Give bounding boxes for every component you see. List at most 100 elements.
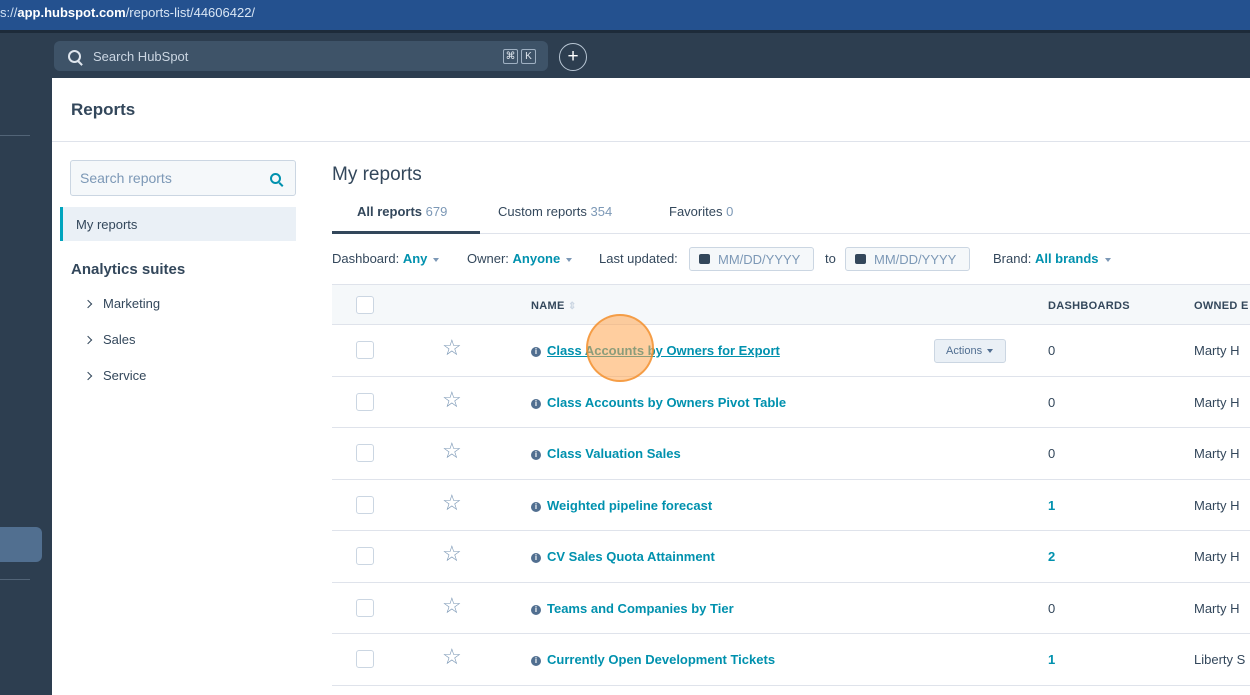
row-checkbox[interactable] bbox=[356, 547, 374, 565]
star-icon[interactable]: ☆ bbox=[442, 440, 462, 462]
dashboard-filter[interactable]: Dashboard: Any bbox=[332, 251, 440, 266]
command-key: ⌘ bbox=[503, 49, 518, 64]
chevron-right-icon bbox=[83, 335, 93, 345]
tab-count: 679 bbox=[425, 204, 448, 219]
star-icon[interactable]: ☆ bbox=[442, 594, 462, 617]
sidebar-item-label: Sales bbox=[103, 332, 136, 347]
page-title: Reports bbox=[71, 100, 136, 119]
info-icon: i bbox=[531, 501, 541, 512]
search-icon[interactable] bbox=[270, 173, 281, 184]
reports-table: NAME ⇕ DASHBOARDS OWNED E ☆ i Class Accou… bbox=[332, 284, 1250, 686]
to-label: to bbox=[825, 251, 836, 266]
row-checkbox[interactable] bbox=[356, 650, 374, 668]
report-name-link[interactable]: i Teams and Companies by Tier bbox=[531, 601, 734, 616]
tab-label: Custom reports bbox=[498, 204, 587, 219]
owner-name: Marty H bbox=[1194, 549, 1240, 564]
tab-favorites[interactable]: Favorites 0 bbox=[669, 204, 733, 219]
sidebar-item-label: Service bbox=[103, 368, 147, 383]
column-header-dashboards[interactable]: DASHBOARDS bbox=[1048, 300, 1130, 312]
search-reports-placeholder: Search reports bbox=[80, 170, 172, 186]
filter-label: Brand: bbox=[993, 251, 1032, 266]
report-name-link[interactable]: i Currently Open Development Tickets bbox=[531, 652, 775, 667]
owner-name: Marty H bbox=[1194, 446, 1240, 461]
report-name-link[interactable]: i Class Accounts by Owners for Export bbox=[531, 343, 780, 358]
column-header-owner[interactable]: OWNED E bbox=[1194, 300, 1249, 312]
dashboard-count-link[interactable]: 1 bbox=[1048, 652, 1055, 667]
info-icon: i bbox=[531, 398, 541, 409]
sort-icon[interactable]: ⇕ bbox=[568, 301, 577, 312]
star-icon[interactable]: ☆ bbox=[442, 491, 462, 514]
column-header-name[interactable]: NAME ⇕ bbox=[531, 300, 577, 312]
panel-header: Reports bbox=[52, 78, 1250, 142]
filter-value: All brands bbox=[1034, 251, 1099, 266]
row-checkbox[interactable] bbox=[356, 341, 374, 359]
search-shortcut: ⌘ K bbox=[503, 49, 536, 64]
sidebar-item-service[interactable]: Service bbox=[83, 368, 147, 383]
global-search-input[interactable]: Search HubSpot bbox=[54, 41, 548, 71]
nav-divider bbox=[0, 579, 30, 580]
global-search-placeholder: Search HubSpot bbox=[93, 48, 189, 64]
report-name: Class Accounts by Owners Pivot Table bbox=[547, 394, 787, 410]
tab-label: All reports bbox=[357, 204, 423, 219]
report-name-link[interactable]: i Class Valuation Sales bbox=[531, 446, 681, 461]
analytics-suites-heading: Analytics suites bbox=[71, 261, 186, 278]
tab-custom-reports[interactable]: Custom reports 354 bbox=[498, 204, 612, 219]
row-checkbox[interactable] bbox=[356, 444, 374, 462]
dashboard-count-link[interactable]: 2 bbox=[1048, 549, 1055, 564]
reports-panel: Reports Search reports My reports Analyt… bbox=[52, 78, 1250, 695]
table-row: ☆ i Class Valuation Sales 0 Marty H bbox=[332, 428, 1250, 480]
caret-down-icon bbox=[433, 257, 440, 262]
date-from-input[interactable]: MM/DD/YYYY bbox=[689, 247, 814, 271]
star-icon[interactable]: ☆ bbox=[442, 543, 462, 565]
info-icon: i bbox=[531, 553, 541, 563]
k-key: K bbox=[521, 49, 536, 64]
owner-filter[interactable]: Owner: Anyone bbox=[467, 251, 573, 266]
row-checkbox[interactable] bbox=[356, 392, 374, 411]
table-row: ☆ i Weighted pipeline forecast 1 Marty H bbox=[332, 480, 1250, 531]
click-indicator bbox=[586, 314, 654, 382]
tab-all-reports[interactable]: All reports 679 bbox=[357, 204, 447, 219]
star-icon[interactable]: ☆ bbox=[442, 388, 462, 411]
star-icon[interactable]: ☆ bbox=[442, 337, 462, 359]
tab-count: 0 bbox=[726, 204, 734, 219]
url-prefix: s:// bbox=[0, 5, 18, 20]
table-row: ☆ i CV Sales Quota Attainment 2 Marty H bbox=[332, 531, 1250, 583]
table-row: ☆ i Class Accounts by Owners Pivot Table … bbox=[332, 377, 1250, 428]
select-all-checkbox[interactable] bbox=[356, 296, 374, 314]
dashboard-count-link[interactable]: 1 bbox=[1048, 498, 1055, 513]
create-new-button[interactable]: + bbox=[559, 43, 587, 71]
sidebar-item-marketing[interactable]: Marketing bbox=[83, 296, 160, 311]
table-row: ☆ i Currently Open Development Tickets 1 … bbox=[332, 634, 1250, 686]
report-name-link[interactable]: i Weighted pipeline forecast bbox=[531, 498, 712, 513]
sidebar-item-my-reports[interactable]: My reports bbox=[60, 207, 296, 241]
chevron-right-icon bbox=[83, 299, 93, 309]
owner-name: Liberty S bbox=[1194, 652, 1246, 667]
table-row: ☆ i Teams and Companies by Tier 0 Marty H bbox=[332, 583, 1250, 634]
info-icon: i bbox=[531, 450, 541, 460]
owner-name: Marty H bbox=[1194, 394, 1240, 410]
search-icon bbox=[68, 49, 81, 63]
dashboard-count: 0 bbox=[1048, 343, 1056, 358]
caret-down-icon bbox=[987, 349, 994, 354]
report-name: Teams and Companies by Tier bbox=[547, 600, 734, 616]
star-icon[interactable]: ☆ bbox=[442, 646, 462, 668]
row-checkbox[interactable] bbox=[356, 598, 374, 617]
sidebar-item-sales[interactable]: Sales bbox=[83, 332, 136, 347]
actions-button[interactable]: Actions bbox=[934, 339, 1006, 363]
search-reports-input[interactable]: Search reports bbox=[70, 160, 296, 196]
date-to-input[interactable]: MM/DD/YYYY bbox=[845, 247, 970, 271]
owner-name: Marty H bbox=[1194, 497, 1240, 513]
main-title: My reports bbox=[332, 164, 422, 185]
browser-url-bar[interactable]: s://app.hubspot.com/reports-list/4460642… bbox=[0, 0, 1250, 30]
tab-count: 354 bbox=[590, 204, 613, 219]
plus-icon: + bbox=[567, 46, 579, 67]
actions-label: Actions bbox=[946, 345, 983, 357]
calendar-icon bbox=[855, 254, 866, 264]
report-name-link[interactable]: i Class Accounts by Owners Pivot Table bbox=[531, 395, 786, 410]
report-name-link[interactable]: i CV Sales Quota Attainment bbox=[531, 549, 715, 564]
info-icon: i bbox=[531, 656, 541, 666]
report-name: Currently Open Development Tickets bbox=[547, 652, 776, 667]
brand-filter[interactable]: Brand: All brands bbox=[993, 251, 1111, 266]
row-checkbox[interactable] bbox=[356, 495, 374, 514]
nav-item-reports-active[interactable] bbox=[0, 527, 42, 562]
